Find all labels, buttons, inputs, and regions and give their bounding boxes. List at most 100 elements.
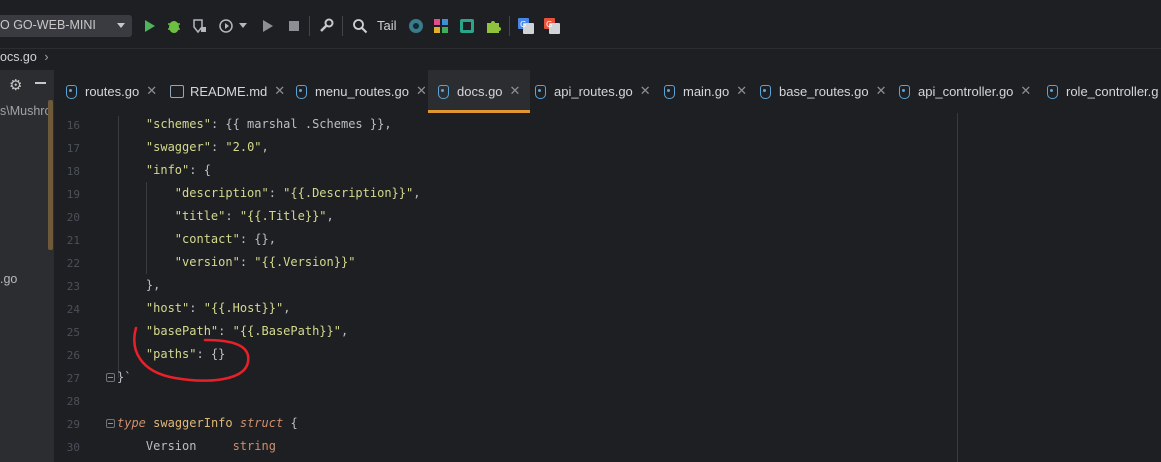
plugin-button-2[interactable] xyxy=(432,17,450,35)
stop-button[interactable] xyxy=(285,17,303,35)
close-icon[interactable]: ✕ xyxy=(1020,84,1031,99)
play-icon xyxy=(145,20,155,32)
tab-main-go[interactable]: main.go ✕ xyxy=(664,70,747,113)
line-number: 20 xyxy=(66,211,80,224)
code-line[interactable]: }` xyxy=(117,370,131,384)
go-file-icon xyxy=(535,84,546,99)
minimize-icon[interactable] xyxy=(35,82,46,84)
tab-label: menu_routes.go xyxy=(315,84,409,99)
coverage-button[interactable] xyxy=(190,17,208,35)
code-line[interactable]: "basePath": "{{.BasePath}}", xyxy=(117,324,348,338)
tab-docs-go[interactable]: docs.go ✕ xyxy=(428,70,531,113)
search-icon xyxy=(353,19,368,34)
tab-label: base_routes.go xyxy=(779,84,869,99)
bug-icon xyxy=(168,21,180,33)
line-number: 18 xyxy=(66,165,80,178)
gear-icon[interactable]: ⚙ xyxy=(9,76,22,94)
code-line[interactable]: "description": "{{.Description}}", xyxy=(117,186,421,200)
search-button[interactable] xyxy=(351,17,369,35)
line-number: 19 xyxy=(66,188,80,201)
fold-marker[interactable] xyxy=(106,373,115,382)
tab-readme-md[interactable]: README.md ✕ xyxy=(170,70,285,113)
tab-label: main.go xyxy=(683,84,730,99)
indent-guide xyxy=(118,116,119,378)
profiler-icon xyxy=(219,19,233,33)
tab-label: api_routes.go xyxy=(554,84,633,99)
eye-plugin-icon xyxy=(409,19,423,33)
close-icon[interactable]: ✕ xyxy=(416,84,427,99)
puzzle-icon xyxy=(487,21,501,33)
profile-button[interactable] xyxy=(217,17,235,35)
code-line[interactable]: }, xyxy=(117,278,160,292)
chevron-down-icon xyxy=(117,23,125,28)
tab-label: api_controller.go xyxy=(918,84,1014,99)
plugin-button-1[interactable] xyxy=(407,17,425,35)
fold-marker[interactable] xyxy=(106,419,115,428)
blocks-plugin-icon xyxy=(434,19,448,33)
run-configuration-selector[interactable]: O GO-WEB-MINI xyxy=(0,15,132,37)
close-icon[interactable]: ✕ xyxy=(876,84,887,99)
code-line[interactable]: "version": "{{.Version}}" xyxy=(117,255,356,269)
line-number: 25 xyxy=(66,326,80,339)
breadcrumb-file[interactable]: ocs.go xyxy=(0,50,37,64)
close-icon[interactable]: ✕ xyxy=(274,84,285,99)
tab-api-controller-go[interactable]: api_controller.go ✕ xyxy=(899,70,1031,113)
resume-button[interactable] xyxy=(259,17,277,35)
close-icon[interactable]: ✕ xyxy=(640,84,651,99)
settings-button[interactable] xyxy=(317,17,335,35)
markdown-file-icon xyxy=(170,85,184,98)
project-scrollbar[interactable] xyxy=(48,100,53,250)
tab-label: README.md xyxy=(190,84,268,99)
code-line[interactable]: "schemes": {{ marshal .Schemes }}, xyxy=(117,117,392,131)
go-file-icon xyxy=(760,84,771,99)
translate-button-1[interactable]: G xyxy=(517,17,535,35)
translate-icon: G xyxy=(544,18,560,34)
tab-label: role_controller.g xyxy=(1066,84,1159,99)
line-number: 16 xyxy=(66,119,80,132)
database-plugin-icon xyxy=(460,19,474,33)
run-button[interactable] xyxy=(141,17,159,35)
more-run-options[interactable] xyxy=(237,17,249,35)
code-line[interactable]: Version string xyxy=(117,439,276,453)
line-number: 24 xyxy=(66,303,80,316)
code-line[interactable]: "contact": {}, xyxy=(117,232,276,246)
chevron-down-icon xyxy=(239,23,247,28)
line-number: 29 xyxy=(66,418,80,431)
tab-api-routes-go[interactable]: api_routes.go ✕ xyxy=(535,70,651,113)
code-line[interactable]: "host": "{{.Host}}", xyxy=(117,301,291,315)
debug-button[interactable] xyxy=(165,17,183,35)
right-margin-guide xyxy=(957,113,958,462)
toolbar-divider xyxy=(509,16,510,36)
tab-base-routes-go[interactable]: base_routes.go ✕ xyxy=(760,70,887,113)
toolbar-divider xyxy=(309,16,310,36)
main-toolbar: O GO-WEB-MINI Tail G G xyxy=(0,0,1161,49)
tab-menu-routes-go[interactable]: menu_routes.go ✕ xyxy=(296,70,427,113)
project-file-item[interactable]: .go xyxy=(0,272,17,286)
translate-icon: G xyxy=(518,18,534,34)
translate-button-2[interactable]: G xyxy=(543,17,561,35)
go-file-icon xyxy=(296,84,307,99)
code-line[interactable]: "title": "{{.Title}}", xyxy=(117,209,334,223)
close-icon[interactable]: ✕ xyxy=(736,84,747,99)
go-file-icon xyxy=(664,84,675,99)
tab-routes-go[interactable]: routes.go ✕ xyxy=(66,70,157,113)
run-configuration-label: O GO-WEB-MINI xyxy=(0,18,96,32)
plugin-button-3[interactable] xyxy=(458,17,476,35)
code-line[interactable]: type swaggerInfo struct { xyxy=(117,416,298,430)
close-icon[interactable]: ✕ xyxy=(146,84,157,99)
wrench-icon xyxy=(320,18,334,32)
breadcrumb[interactable]: ocs.go › xyxy=(0,50,49,65)
line-number: 26 xyxy=(66,349,80,362)
project-path: s\Mushro xyxy=(0,104,52,118)
shield-icon xyxy=(193,19,206,34)
close-icon[interactable]: ✕ xyxy=(510,84,521,99)
tail-button[interactable]: Tail xyxy=(377,18,397,33)
go-file-icon xyxy=(66,84,77,99)
plugin-button-4[interactable] xyxy=(484,17,502,35)
code-editor[interactable] xyxy=(56,113,1161,462)
code-line[interactable]: "swagger": "2.0", xyxy=(117,140,269,154)
code-line[interactable]: "info": { xyxy=(117,163,211,177)
code-line[interactable]: "paths": {} xyxy=(117,347,225,361)
tab-role-controller-go[interactable]: role_controller.g xyxy=(1047,70,1159,113)
stop-icon xyxy=(289,21,299,31)
